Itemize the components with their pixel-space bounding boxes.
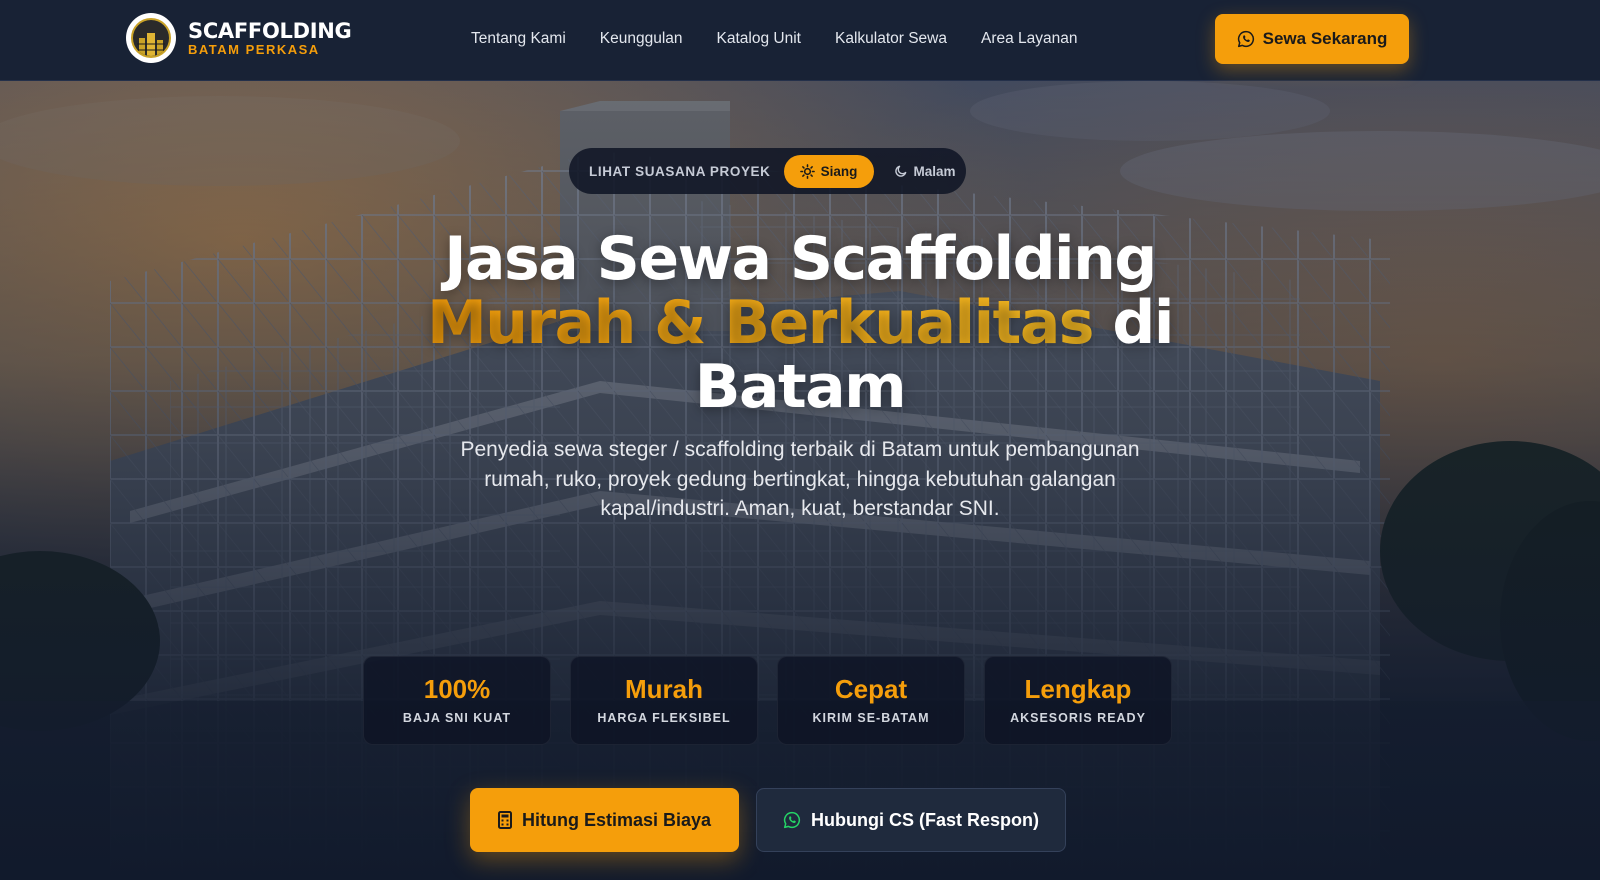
hero-headline: Jasa Sewa Scaffolding Murah & Berkualita… [340,227,1260,419]
stat-card: Cepat KIRIM SE-BATAM [777,656,965,745]
building-logo-icon [131,18,171,58]
day-mode-button[interactable]: Siang [783,154,874,188]
brand-text: SCAFFOLDING BATAM PERKASA [188,19,352,57]
night-mode-button[interactable]: Malam [886,155,964,188]
brand[interactable]: SCAFFOLDING BATAM PERKASA [126,13,352,63]
nav-link-area-layanan[interactable]: Area Layanan [981,29,1078,49]
stat-value: 100% [423,674,491,704]
brand-title: SCAFFOLDING [188,19,352,43]
main-nav: Tentang Kami Keunggulan Katalog Unit Kal… [471,29,1112,49]
stat-label: HARGA FLEKSIBEL [597,711,731,725]
brand-logo [126,13,176,63]
hero-section: LIHAT SUASANA PROYEK Siang Malam Jasa Se… [0,81,1600,880]
mode-toggle-label: LIHAT SUASANA PROYEK [589,163,771,179]
nav-link-keunggulan[interactable]: Keunggulan [600,29,683,49]
stat-value: Lengkap [1024,674,1132,704]
stat-label: AKSESORIS READY [1010,711,1146,725]
stats-row: 100% BAJA SNI KUAT Murah HARGA FLEKSIBEL… [363,656,1172,745]
stat-card: 100% BAJA SNI KUAT [363,656,551,745]
hitung-estimasi-label: Hitung Estimasi Biaya [521,809,712,830]
brand-subtitle: BATAM PERKASA [188,42,320,57]
hero-subtitle: Penyedia sewa steger / scaffolding terba… [460,438,1140,520]
hubungi-cs-label: Hubungi CS (Fast Respon) [811,809,1039,830]
whatsapp-icon [1237,30,1254,48]
hitung-estimasi-button[interactable]: Hitung Estimasi Biaya [470,788,739,852]
day-mode-label: Siang [820,163,858,179]
calculator-icon [497,811,512,829]
hubungi-cs-button[interactable]: Hubungi CS (Fast Respon) [756,788,1066,852]
moon-icon [894,165,906,177]
stat-value: Murah [625,674,703,704]
sewa-sekarang-button[interactable]: Sewa Sekarang [1215,14,1409,64]
nav-link-kalkulator-sewa[interactable]: Kalkulator Sewa [835,29,947,49]
navbar: SCAFFOLDING BATAM PERKASA Tentang Kami K… [0,0,1600,81]
stat-label: BAJA SNI KUAT [402,711,512,725]
sewa-sekarang-label: Sewa Sekarang [1262,29,1388,48]
stat-label: KIRIM SE-BATAM [812,711,930,725]
stat-card: Murah HARGA FLEKSIBEL [570,656,758,745]
stat-card: Lengkap AKSESORIS READY [984,656,1172,745]
headline-line-3: Batam [694,352,907,422]
project-mode-toggle: LIHAT SUASANA PROYEK Siang Malam [569,148,966,194]
stat-value: Cepat [834,674,908,704]
nav-link-katalog-unit[interactable]: Katalog Unit [717,29,801,49]
headline-after-accent: di [1093,288,1174,358]
sun-icon [799,163,815,179]
nav-link-tentang-kami[interactable]: Tentang Kami [471,29,566,49]
night-mode-label: Malam [913,163,956,179]
whatsapp-icon [783,811,801,829]
headline-line-1: Jasa Sewa Scaffolding [444,224,1157,294]
headline-accent: Murah & Berkualitas [427,288,1094,358]
